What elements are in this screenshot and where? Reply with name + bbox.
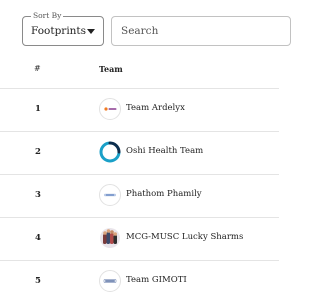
lucky-sharms-logo-icon — [99, 227, 121, 249]
controls-bar: Sort By Footprints — [22, 11, 291, 46]
sort-by-select[interactable]: Sort By Footprints — [22, 11, 104, 46]
table-row[interactable]: 3 Phathom Phamily — [0, 175, 279, 218]
team-name: Phathom Phamily — [126, 189, 202, 199]
caret-down-icon — [87, 29, 95, 34]
row-rank: 2 — [35, 147, 41, 157]
phathom-logo-icon — [99, 184, 121, 206]
row-rank: 5 — [35, 276, 41, 286]
table-row[interactable]: 2 Oshi Health Team — [0, 132, 279, 175]
row-rank: 3 — [35, 190, 41, 200]
team-name: MCG-MUSC Lucky Sharms — [126, 232, 244, 242]
row-rank: 1 — [35, 104, 41, 114]
gimoti-logo-icon — [99, 270, 121, 292]
table-row[interactable]: 1 Team Ardelyx — [0, 89, 279, 132]
sort-by-label: Sort By — [31, 11, 64, 21]
oshi-health-logo-icon — [99, 141, 121, 163]
table-header: # Team — [0, 52, 279, 89]
row-rank: 4 — [35, 233, 41, 243]
team-column-header: Team — [99, 64, 123, 74]
table-row[interactable]: 5 Team GIMOTI — [0, 261, 279, 303]
ardelyx-logo-icon — [99, 98, 121, 120]
team-name: Team Ardelyx — [126, 103, 185, 113]
table-row[interactable]: 4 MCG-MUSC Lucky Sharms — [0, 218, 279, 261]
team-name: Team GIMOTI — [126, 275, 187, 285]
sort-by-value: Footprints — [31, 25, 87, 37]
rank-column-header: # — [34, 64, 41, 73]
team-name: Oshi Health Team — [126, 146, 204, 156]
search-input[interactable] — [111, 16, 291, 46]
